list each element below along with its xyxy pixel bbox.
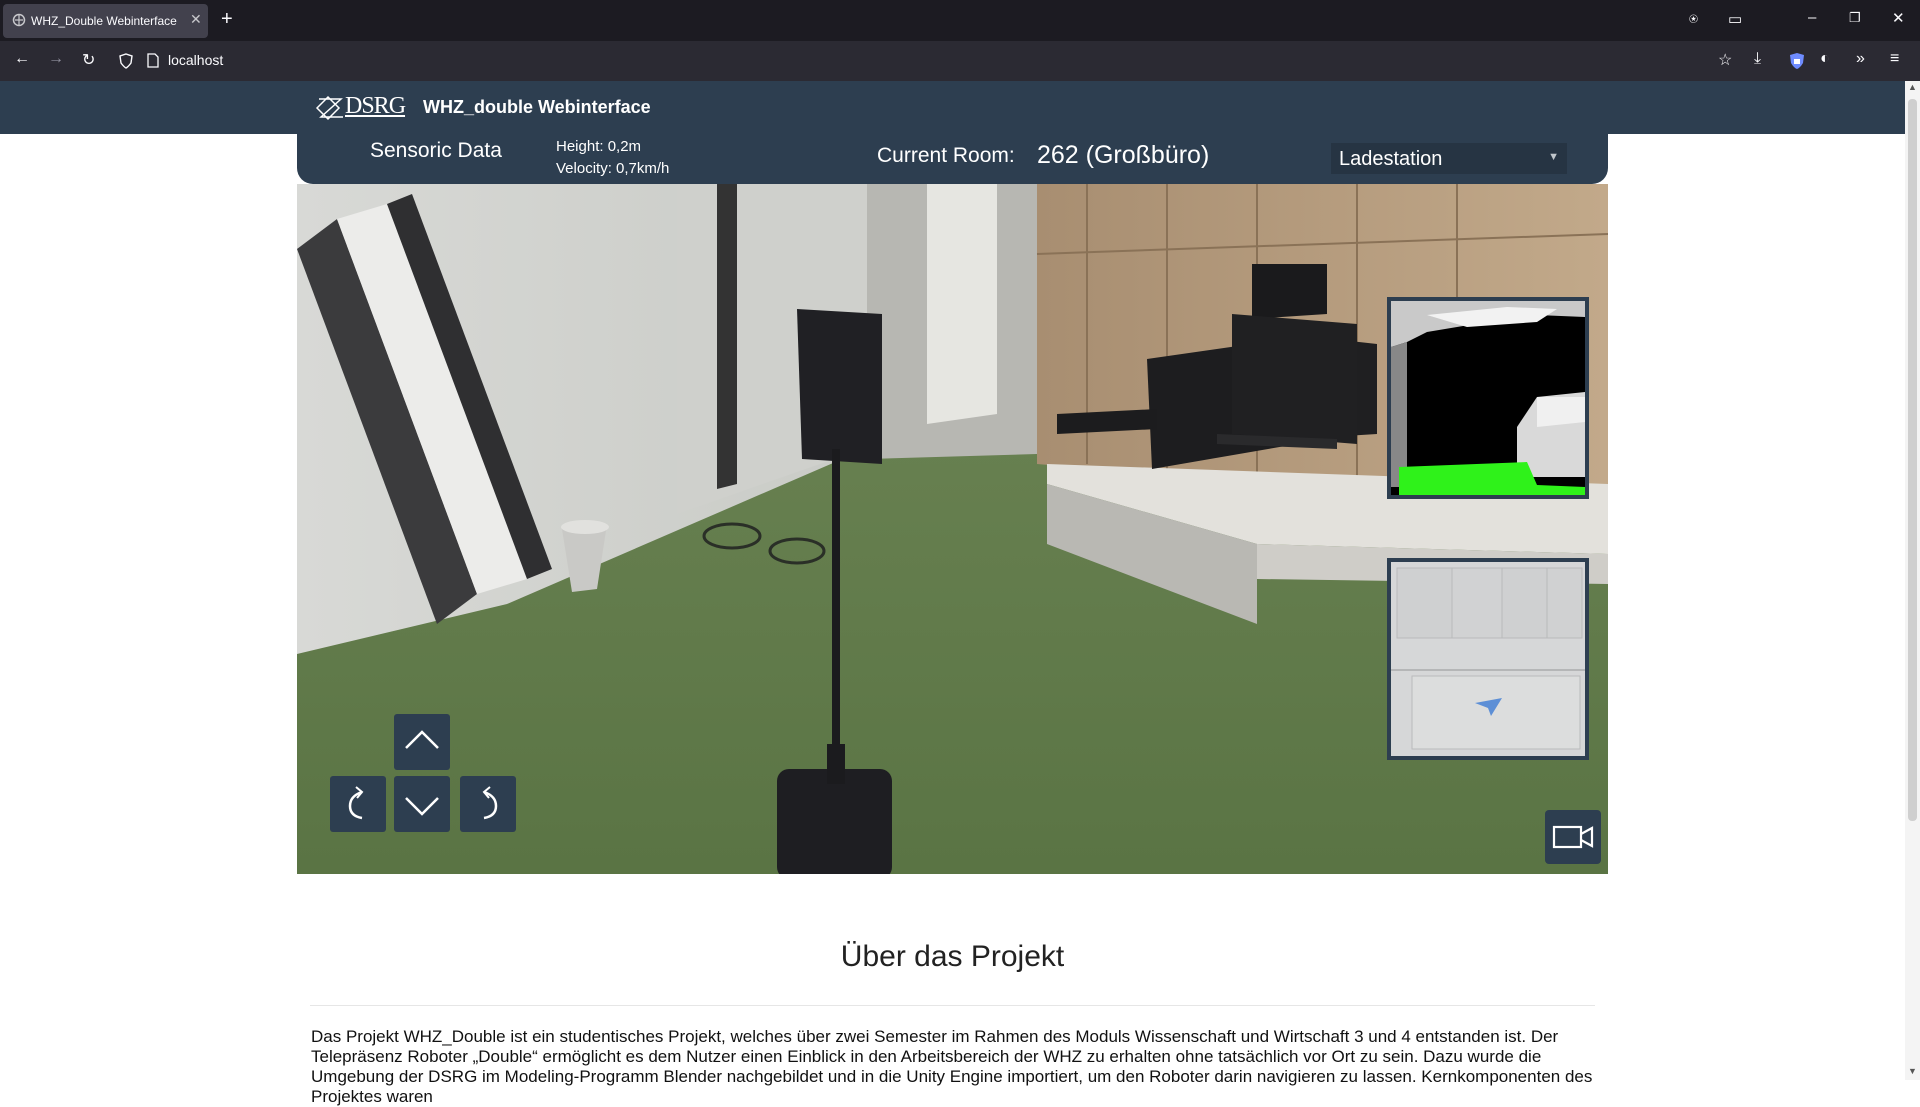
rotate-left-icon: [348, 786, 364, 820]
destination-value: Ladestation: [1339, 148, 1443, 170]
more-tools-icon[interactable]: »: [1856, 50, 1865, 68]
minimize-icon[interactable]: –: [1808, 9, 1816, 26]
back-icon[interactable]: ←: [14, 50, 30, 68]
forward-button[interactable]: [394, 714, 450, 770]
rotate-right-icon: [482, 786, 498, 820]
browser-tab[interactable]: WHZ_Double Webinterface ✕: [3, 4, 208, 38]
tab-close-icon[interactable]: ✕: [190, 11, 202, 28]
shield-icon[interactable]: [119, 53, 133, 69]
backward-button[interactable]: [394, 776, 450, 832]
url-bar[interactable]: localhost: [168, 52, 223, 68]
current-room-value: 262 (Großbüro): [1037, 141, 1210, 169]
downloads-icon[interactable]: ⤓: [1754, 50, 1761, 68]
close-window-icon[interactable]: ✕: [1892, 9, 1905, 27]
chevron-down-icon: [405, 797, 439, 816]
status-panel: Sensoric Data Height: 0,2m Velocity: 0,7…: [297, 134, 1608, 184]
logo-mark-icon: [315, 95, 343, 121]
scroll-up-icon[interactable]: ▲: [1908, 82, 1917, 92]
mask-extension-icon[interactable]: ◐: [1820, 50, 1830, 68]
camera-toggle-button[interactable]: [1545, 810, 1601, 864]
tab-overview-icon[interactable]: ▭: [1728, 10, 1742, 28]
logo-text: DSRG: [345, 93, 406, 119]
scene-render: [297, 184, 1608, 874]
menu-icon[interactable]: ≡: [1890, 50, 1899, 68]
account-icon[interactable]: ⍟: [1689, 11, 1698, 28]
browser-nav-bar: ← → ↻ localhost ☆ ⤓ ◐ » ≡: [0, 41, 1920, 81]
tab-title: WHZ_Double Webinterface: [31, 14, 177, 28]
extension-shield-icon[interactable]: [1789, 52, 1805, 70]
destination-select[interactable]: Ladestation ▼: [1331, 143, 1567, 174]
sensoric-data-label: Sensoric Data: [370, 139, 502, 162]
floor-plan-map: [1387, 558, 1589, 760]
video-camera-icon: [1552, 825, 1594, 849]
favicon-icon: [12, 13, 26, 27]
forward-icon[interactable]: →: [48, 50, 64, 68]
scrollbar-thumb[interactable]: [1908, 99, 1917, 821]
velocity-readout: Velocity: 0,7km/h: [556, 160, 670, 177]
floor-plan-render: [1391, 562, 1585, 756]
restore-icon[interactable]: ❐: [1849, 10, 1861, 26]
depth-map-render: [1391, 301, 1585, 495]
current-room-label: Current Room:: [877, 144, 1015, 167]
scroll-down-icon[interactable]: ▼: [1908, 1066, 1917, 1076]
height-readout: Height: 0,2m: [556, 138, 642, 155]
dsrg-logo[interactable]: DSRG: [313, 89, 408, 125]
browser-tab-bar: WHZ_Double Webinterface ✕ + ⍟ ▭ – ❐ ✕: [0, 0, 1920, 41]
site-header: DSRG WHZ_double Webinterface: [0, 81, 1910, 134]
bookmark-star-icon[interactable]: ☆: [1718, 50, 1732, 70]
dropdown-arrow-icon: ▼: [1548, 151, 1559, 163]
chevron-up-icon: [405, 730, 439, 749]
new-tab-icon[interactable]: +: [221, 8, 233, 31]
about-paragraph: Das Projekt WHZ_Double ist ein studentis…: [311, 1027, 1593, 1106]
about-divider: [310, 1005, 1595, 1006]
rotate-right-button[interactable]: [460, 776, 516, 832]
depth-sensor-map: [1387, 297, 1589, 499]
rotate-left-button[interactable]: [330, 776, 386, 832]
reload-icon[interactable]: ↻: [82, 50, 95, 70]
about-heading: Über das Projekt: [840, 940, 1065, 973]
page-scrollbar[interactable]: ▲ ▼: [1905, 81, 1920, 1080]
robot-camera-view: [297, 184, 1608, 874]
page-icon: [147, 53, 159, 68]
site-title: WHZ_double Webinterface: [423, 97, 651, 117]
